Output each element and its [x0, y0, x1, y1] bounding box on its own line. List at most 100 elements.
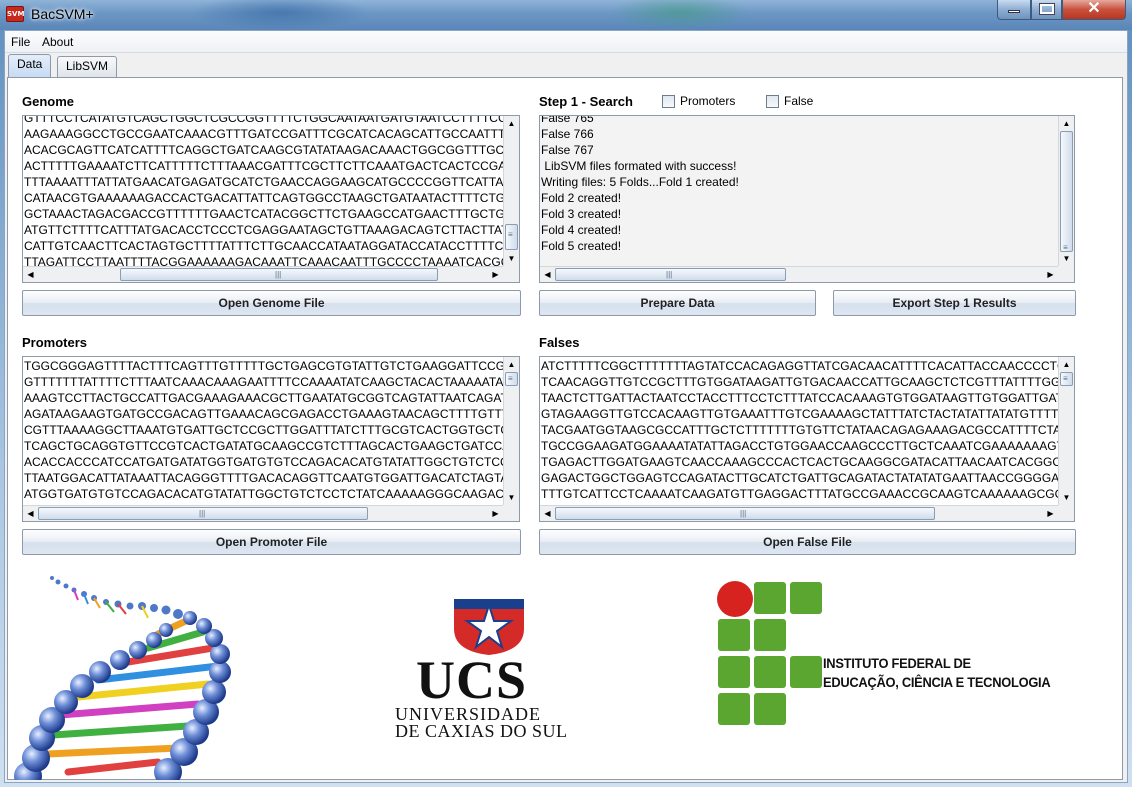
ucs-abbreviation: UCS	[416, 650, 528, 710]
genome-line: GTTTCCTCATATGTCAGCTGGCTCGCCGGTTTTCTGGCAA…	[24, 116, 503, 125]
promoters-text-area[interactable]: TGGCGGGAGTTTTACTTTCAGTTTGTTTTTGCTGAGCGTG…	[22, 356, 520, 522]
scroll-up-arrow-icon[interactable]: ▲	[1059, 357, 1074, 372]
log-line: False 767	[541, 143, 594, 157]
tab-data[interactable]: Data	[8, 54, 52, 77]
scrollbar-thumb[interactable]: |||	[555, 268, 786, 281]
log-line: Fold 4 created!	[541, 223, 622, 237]
step1-vertical-scrollbar[interactable]: ▲ ≡ ▼	[1058, 116, 1074, 266]
tab-libsvm[interactable]: LibSVM	[57, 56, 118, 77]
falses-horizontal-scrollbar[interactable]: ◀ ||| ▶	[540, 505, 1058, 521]
promoters-horizontal-scrollbar[interactable]: ◀ ||| ▶	[23, 505, 503, 521]
promoters-label: Promoters	[22, 335, 88, 350]
genome-label: Genome	[22, 94, 75, 109]
menu-file[interactable]: File	[11, 35, 30, 49]
promoters-vertical-scrollbar[interactable]: ▲ ≡ ▼	[503, 357, 519, 505]
genome-content[interactable]: GTTTCCTCATATGTCAGCTGGCTCGCCGGTTTTCTGGCAA…	[23, 116, 503, 266]
promoter-line: ATGGTGATGTGTCCAGACACATGTATATTGGCTGTCTCCT…	[24, 487, 503, 501]
scroll-corner	[1058, 505, 1074, 521]
ifrs-emblem-icon	[717, 581, 822, 725]
genome-line: ACTTTTTGAAAATCTTCATTTTTCTTTAAACGATTTCGCT…	[24, 159, 503, 173]
open-promoter-file-button[interactable]: Open Promoter File	[22, 529, 521, 555]
scroll-down-arrow-icon[interactable]: ▼	[504, 490, 519, 505]
scroll-up-arrow-icon[interactable]: ▲	[1059, 116, 1074, 131]
grip-icon: ≡	[1063, 374, 1068, 383]
scrollbar-thumb[interactable]: ≡	[505, 224, 518, 250]
scroll-left-arrow-icon[interactable]: ◀	[540, 267, 555, 282]
step1-horizontal-scrollbar[interactable]: ◀ ||| ▶	[540, 266, 1058, 282]
step1-label: Step 1 - Search	[539, 94, 633, 109]
false-checkbox-label: False	[784, 94, 814, 108]
genome-text-area[interactable]: GTTTCCTCATATGTCAGCTGGCTCGCCGGTTTTCTGGCAA…	[22, 115, 520, 283]
genome-line: CATAACGTGAAAAAAGACCACTGACATTATTCAGTGGCCT…	[24, 191, 503, 205]
promoter-line: GTTTTTTTATTTTCTTTAATCAAACAAAGAATTTTCCAAA…	[24, 375, 503, 389]
scroll-right-arrow-icon[interactable]: ▶	[1043, 267, 1058, 282]
scroll-right-arrow-icon[interactable]: ▶	[488, 267, 503, 282]
checkbox-box[interactable]	[662, 94, 675, 108]
step1-log-area[interactable]: False 765 False 766 False 767 LibSVM fil…	[539, 115, 1075, 283]
grip-icon: |||	[199, 509, 206, 518]
false-checkbox[interactable]: False	[766, 94, 813, 108]
promoters-checkbox[interactable]: Promoters	[662, 94, 735, 108]
title-bar-decoration	[190, 0, 370, 30]
window-title: BacSVM+	[31, 6, 94, 22]
falses-content[interactable]: ATCTTTTTCGGCTTTTTTTAGTATCCACAGAGGTTATCGA…	[540, 357, 1058, 505]
open-genome-file-button[interactable]: Open Genome File	[22, 290, 521, 316]
promoter-line: TGGCGGGAGTTTTACTTTCAGTTTGTTTTTGCTGAGCGTG…	[24, 359, 503, 373]
scroll-up-arrow-icon[interactable]: ▲	[504, 357, 519, 372]
scroll-left-arrow-icon[interactable]: ◀	[23, 506, 38, 521]
scroll-down-arrow-icon[interactable]: ▼	[504, 251, 519, 266]
grip-icon: |||	[740, 509, 747, 518]
step1-log-content[interactable]: False 765 False 766 False 767 LibSVM fil…	[540, 116, 1058, 266]
scroll-corner	[1058, 266, 1074, 282]
genome-line: AAGAAAGGCCTGCCGAATCAAACGTTTGATCCGATTTCGC…	[24, 127, 503, 141]
false-line: ATCTTTTTCGGCTTTTTTTAGTATCCACAGAGGTTATCGA…	[541, 359, 1058, 373]
scroll-left-arrow-icon[interactable]: ◀	[540, 506, 555, 521]
scrollbar-thumb[interactable]: |||	[38, 507, 368, 520]
log-line: Fold 2 created!	[541, 191, 622, 205]
scroll-down-arrow-icon[interactable]: ▼	[1059, 490, 1074, 505]
scroll-right-arrow-icon[interactable]: ▶	[488, 506, 503, 521]
log-line: Fold 3 created!	[541, 207, 622, 221]
false-line: GAGACTGGCTGGAGTCCAGATACTTGCATCTGATTGCAGA…	[541, 471, 1058, 485]
falses-label: Falses	[539, 335, 580, 350]
promoters-checkbox-label: Promoters	[680, 94, 736, 108]
false-line: TACGAATGGTAAGCGCCATTTGCTCTTTTTTTGTGTTCTA…	[541, 423, 1058, 437]
maximize-button[interactable]	[1031, 0, 1062, 20]
checkbox-box[interactable]	[766, 94, 779, 108]
false-line: TGCCGGAAGATGGAAAATATATTAGACCTGTGGAACCAAG…	[541, 439, 1058, 453]
scrollbar-thumb[interactable]: ≡	[505, 372, 518, 386]
falses-text-area[interactable]: ATCTTTTTCGGCTTTTTTTAGTATCCACAGAGGTTATCGA…	[539, 356, 1075, 522]
log-line: Fold 5 created!	[541, 239, 622, 253]
falses-vertical-scrollbar[interactable]: ▲ ≡ ▼	[1058, 357, 1074, 505]
ifrs-name-line2: EDUCAÇÃO, CIÊNCIA E TECNOLOGIA	[823, 674, 1051, 690]
promoter-line: CGTTTAAAAGGCTTAAATGTGATTGCTCCGCTTGGATTTA…	[24, 423, 503, 437]
log-line: Writing files: 5 Folds...Fold 1 created!	[541, 175, 739, 189]
scroll-up-arrow-icon[interactable]: ▲	[504, 116, 519, 131]
menu-about[interactable]: About	[42, 35, 73, 49]
scroll-down-arrow-icon[interactable]: ▼	[1059, 251, 1074, 266]
scroll-corner	[503, 505, 519, 521]
genome-line: TTAGATTCCTTAATTTTACGGAAAAAAGACAAATTCAAAC…	[24, 255, 503, 266]
promoter-line: AGATAAGAAGTGATGCCGACAGTTGAAACAGCGAGACCTG…	[24, 407, 503, 421]
open-false-file-button[interactable]: Open False File	[539, 529, 1076, 555]
scroll-left-arrow-icon[interactable]: ◀	[23, 267, 38, 282]
ifrs-name-line1: INSTITUTO FEDERAL DE	[823, 655, 971, 671]
close-button[interactable]: ✕	[1062, 0, 1126, 20]
genome-vertical-scrollbar[interactable]: ▲ ≡ ▼	[503, 116, 519, 266]
promoters-content[interactable]: TGGCGGGAGTTTTACTTTCAGTTTGTTTTTGCTGAGCGTG…	[23, 357, 503, 505]
genome-horizontal-scrollbar[interactable]: ◀ ||| ▶	[23, 266, 503, 282]
scrollbar-thumb[interactable]: ≡	[1060, 372, 1073, 386]
scrollbar-thumb[interactable]: ≡	[1060, 131, 1073, 252]
ucs-emblem-icon	[454, 599, 524, 655]
scrollbar-thumb[interactable]: |||	[555, 507, 935, 520]
log-line: LibSVM files formated with success!	[541, 159, 737, 173]
export-step1-results-button[interactable]: Export Step 1 Results	[833, 290, 1076, 316]
minimize-button[interactable]	[997, 0, 1031, 20]
scroll-corner	[503, 266, 519, 282]
grip-icon: ≡	[508, 230, 513, 239]
grip-icon: |||	[666, 270, 673, 279]
title-bar[interactable]: SVM BacSVM+ ✕	[0, 0, 1132, 30]
scrollbar-thumb[interactable]: |||	[120, 268, 438, 281]
prepare-data-button[interactable]: Prepare Data	[539, 290, 816, 316]
scroll-right-arrow-icon[interactable]: ▶	[1043, 506, 1058, 521]
